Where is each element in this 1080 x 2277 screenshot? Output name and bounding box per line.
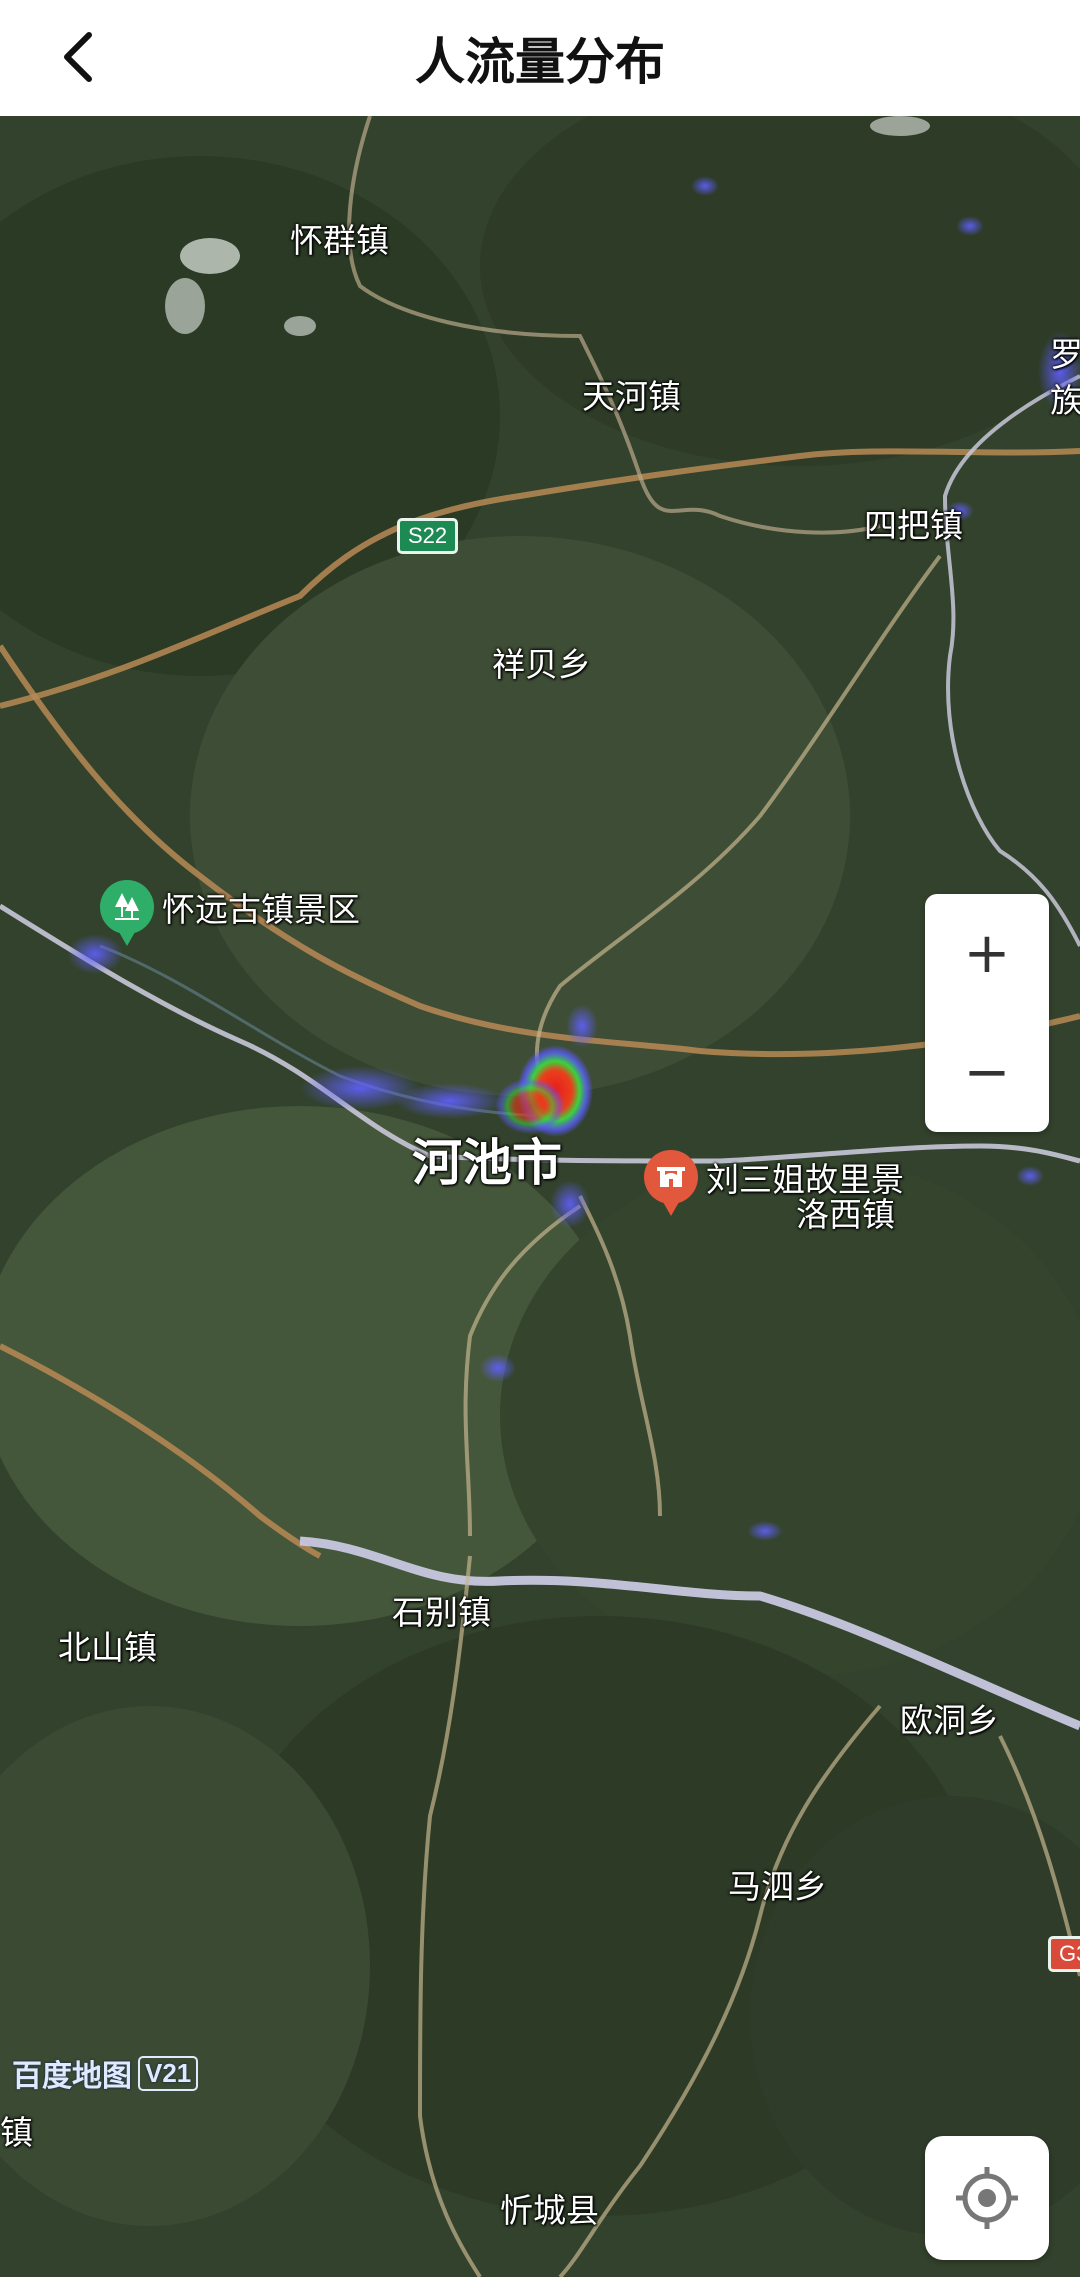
place-label-xincheng[interactable]: 忻城县 <box>500 2184 599 2232</box>
map-terrain <box>0 116 1080 2277</box>
zoom-control: + − <box>925 894 1049 1132</box>
tree-icon <box>100 880 154 946</box>
road-shield-s22: S22 <box>397 518 459 554</box>
poi-huaiyuan-ancient-town[interactable]: 怀远古镇景区 <box>100 880 360 946</box>
poi-label: 刘三姐故里景 <box>706 1160 904 1199</box>
place-label-shibie[interactable]: 石别镇 <box>392 1586 491 1634</box>
locate-button[interactable] <box>925 2136 1049 2260</box>
place-label-siba[interactable]: 四把镇 <box>864 499 963 547</box>
place-label-hechi[interactable]: 河池市 <box>412 1123 562 1195</box>
place-label-xiangbei[interactable]: 祥贝乡 <box>492 638 591 686</box>
place-label-oudong[interactable]: 欧洞乡 <box>900 1694 999 1742</box>
place-label-left-edge[interactable]: 镇 <box>0 2106 33 2154</box>
app-header: 人流量分布 <box>0 0 1080 116</box>
zoom-in-button[interactable]: + <box>925 894 1049 1013</box>
zoom-out-button[interactable]: − <box>925 1013 1049 1132</box>
watermark-version: V21 <box>138 2055 199 2091</box>
minus-icon: − <box>963 1040 1011 1105</box>
satellite-map[interactable]: S22 G3 怀群镇 天河镇 罗 族 四把镇 祥贝乡 河池市 洛西镇 石别镇 北… <box>0 116 1080 2277</box>
page-title: 人流量分布 <box>415 33 665 91</box>
poi-label: 怀远古镇景区 <box>162 890 360 929</box>
watermark-brand: 百度地图 <box>12 2059 132 2094</box>
place-label-luo-top[interactable]: 罗 <box>1050 328 1080 376</box>
crosshair-icon <box>956 2167 1018 2229</box>
place-label-huaiqun[interactable]: 怀群镇 <box>290 214 389 262</box>
plus-icon: + <box>963 921 1011 986</box>
road-shield-g3: G3 <box>1048 1936 1080 1972</box>
landmark-icon <box>644 1150 698 1216</box>
place-label-luo-bottom[interactable]: 族 <box>1050 374 1080 422</box>
place-label-tianhe[interactable]: 天河镇 <box>582 370 681 418</box>
map-provider-watermark: 百度地图 V21 <box>12 2051 199 2095</box>
poi-liusanjie-hometown[interactable]: 刘三姐故里景 <box>644 1150 904 1216</box>
place-label-beishan[interactable]: 北山镇 <box>58 1621 157 1669</box>
place-label-masi[interactable]: 马泗乡 <box>728 1860 827 1908</box>
